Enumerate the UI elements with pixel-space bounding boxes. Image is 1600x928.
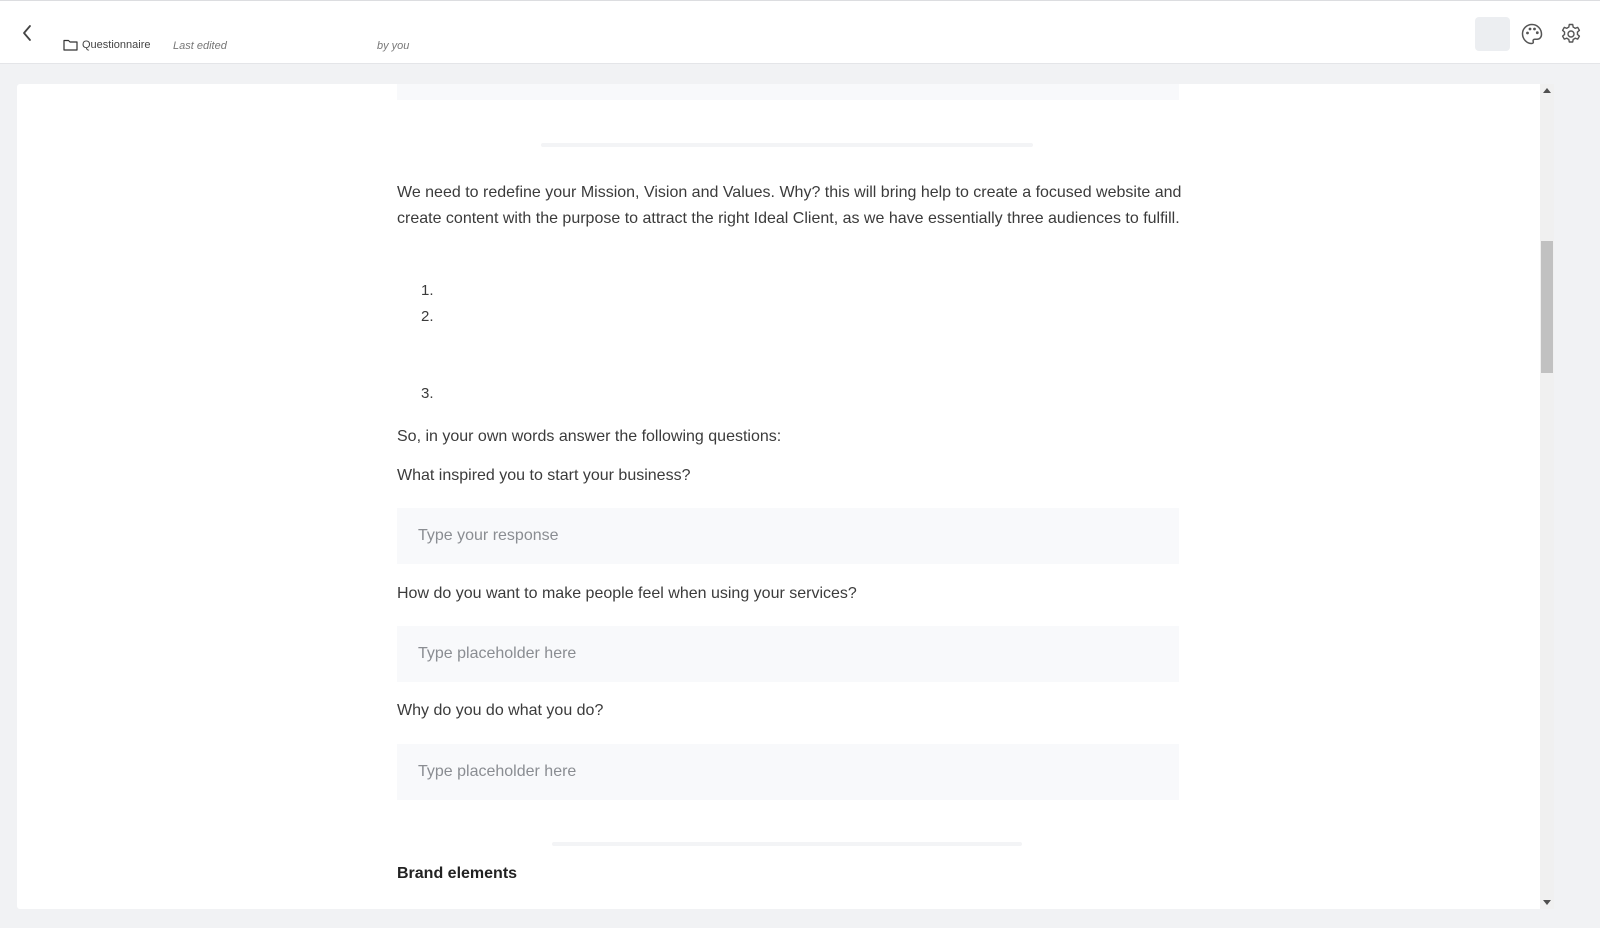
scrollbar[interactable] bbox=[1540, 84, 1554, 909]
question-label: Why do you do what you do? bbox=[397, 702, 604, 719]
previous-answer-field[interactable] bbox=[397, 84, 1179, 100]
list-item: 2. bbox=[421, 308, 434, 325]
section-title: Brand elements bbox=[397, 865, 518, 882]
section-divider bbox=[552, 842, 1022, 846]
scroll-up-arrow-icon[interactable] bbox=[1543, 88, 1551, 93]
document-page: We need to redefine your Mission, Vision… bbox=[17, 84, 1554, 909]
section-divider bbox=[541, 143, 1033, 147]
folder-icon bbox=[63, 39, 78, 51]
intro-paragraph: We need to redefine your Mission, Vision… bbox=[397, 184, 1182, 227]
edited-by-label: by you bbox=[377, 40, 410, 52]
theme-button[interactable] bbox=[1520, 22, 1544, 46]
settings-button[interactable] bbox=[1559, 22, 1583, 46]
list-item: 3. bbox=[421, 385, 434, 402]
back-button[interactable] bbox=[16, 21, 40, 45]
list-item: 1. bbox=[421, 282, 434, 299]
breadcrumb[interactable]: Questionnaire bbox=[63, 39, 151, 51]
top-bar: Questionnaire Last edited by you bbox=[0, 0, 1600, 64]
scroll-thumb[interactable] bbox=[1541, 241, 1553, 373]
question-label: How do you want to make people feel when… bbox=[397, 585, 857, 602]
folder-label: Questionnaire bbox=[82, 39, 151, 51]
question-label: What inspired you to start your business… bbox=[397, 467, 691, 484]
last-edited-label: Last edited bbox=[173, 40, 227, 52]
answer-field[interactable] bbox=[397, 744, 1179, 800]
questions-lead: So, in your own words answer the followi… bbox=[397, 428, 782, 445]
chevron-left-icon bbox=[23, 25, 31, 41]
scroll-down-arrow-icon[interactable] bbox=[1543, 900, 1551, 905]
answer-field[interactable] bbox=[397, 508, 1179, 564]
gear-icon bbox=[1561, 23, 1581, 43]
palette-icon bbox=[1521, 23, 1543, 45]
answer-field[interactable] bbox=[397, 626, 1179, 682]
preview-button[interactable] bbox=[1475, 17, 1510, 51]
